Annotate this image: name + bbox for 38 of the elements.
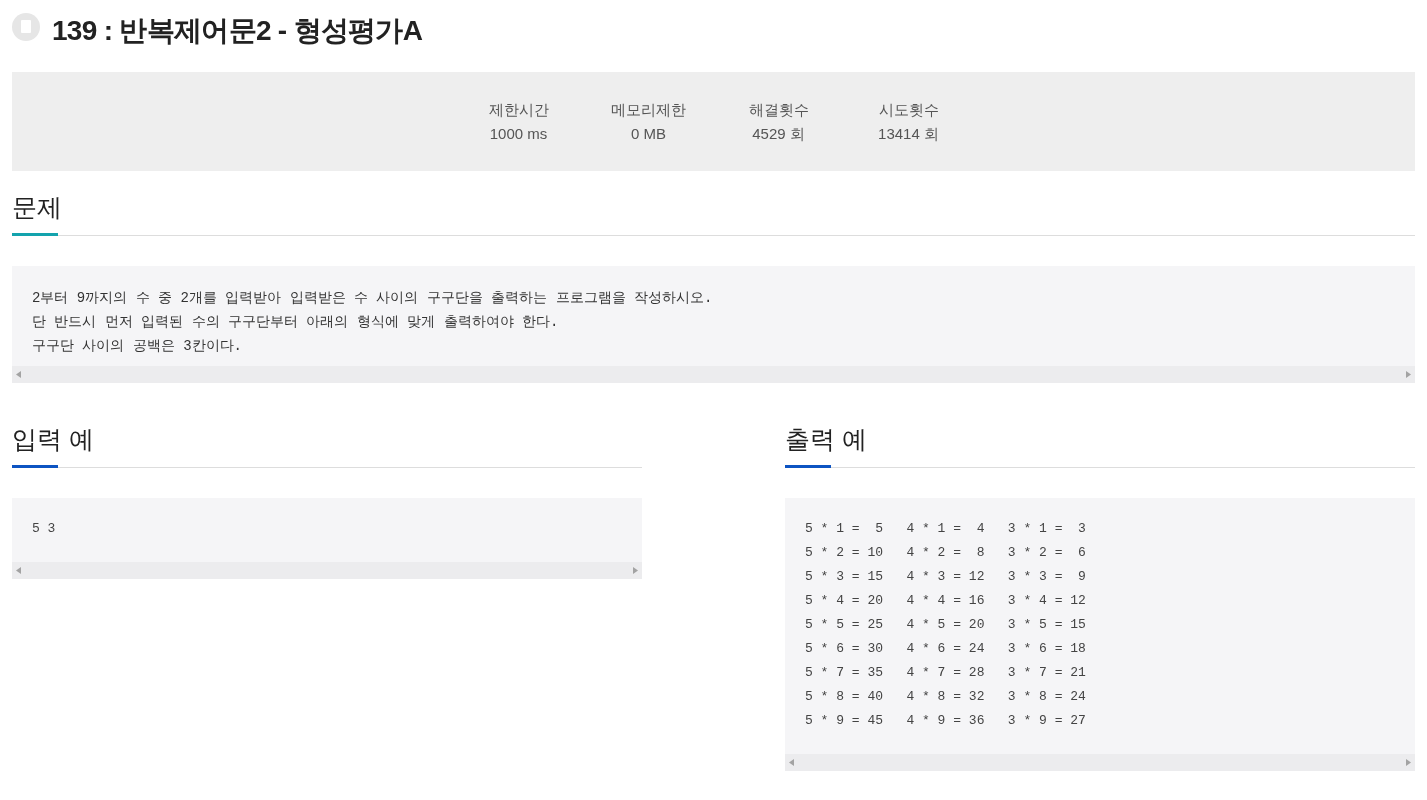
section-heading: 출력 예: [785, 424, 868, 455]
code-line: 5 * 5 = 25 4 * 5 = 20 3 * 5 = 15: [805, 616, 1086, 634]
page-title: 139 : 반복제어문2 - 형성평가A: [52, 14, 423, 48]
horizontal-scrollbar[interactable]: [12, 562, 642, 579]
heading-underline: [12, 465, 58, 468]
scroll-right-icon[interactable]: [633, 567, 638, 574]
stat-value: 0 MB: [631, 123, 666, 144]
horizontal-scrollbar[interactable]: [785, 754, 1415, 771]
book-icon: [12, 13, 40, 41]
stat-label: 시도횟수: [878, 99, 939, 120]
code-line: 5 * 4 = 20 4 * 4 = 16 3 * 4 = 12: [805, 592, 1086, 610]
section-heading: 입력 예: [12, 424, 95, 455]
code-line: 5 3: [32, 520, 56, 538]
scroll-right-icon[interactable]: [1406, 371, 1411, 378]
section-heading: 문제: [12, 192, 63, 223]
code-line: 5 * 6 = 30 4 * 6 = 24 3 * 6 = 18: [805, 640, 1086, 658]
stat-value: 4529 회: [752, 123, 805, 144]
code-line: 5 * 8 = 40 4 * 8 = 32 3 * 8 = 24: [805, 688, 1086, 706]
code-line: 5 * 1 = 5 4 * 1 = 4 3 * 1 = 3: [805, 520, 1086, 538]
stat-value: 13414 회: [878, 123, 939, 144]
stat-label: 해결횟수: [748, 99, 809, 120]
scroll-left-icon[interactable]: [16, 371, 21, 378]
stat-value: 1000 ms: [489, 123, 548, 144]
stat-label: 제한시간: [488, 99, 549, 120]
heading-underline: [12, 233, 58, 236]
stat-label: 메모리제한: [611, 99, 686, 120]
heading-underline: [785, 465, 831, 468]
code-line: 5 * 9 = 45 4 * 9 = 36 3 * 9 = 27: [805, 712, 1086, 730]
scroll-right-icon[interactable]: [1406, 759, 1411, 766]
scroll-left-icon[interactable]: [16, 567, 21, 574]
code-line: 5 * 2 = 10 4 * 2 = 8 3 * 2 = 6: [805, 544, 1086, 562]
code-line: 5 * 3 = 15 4 * 3 = 12 3 * 3 = 9: [805, 568, 1086, 586]
problem-text-line: 구구단 사이의 공백은 3칸이다.: [32, 337, 242, 356]
scroll-left-icon[interactable]: [789, 759, 794, 766]
problem-text-line: 2부터 9까지의 수 중 2개를 입력받아 입력받은 수 사이의 구구단을 출력하는 프로그램을 작성하시오.: [32, 289, 713, 308]
code-line: 5 * 7 = 35 4 * 7 = 28 3 * 7 = 21: [805, 664, 1086, 682]
problem-text-line: 단 반드시 먼저 입력된 수의 구구단부터 아래의 형식에 맞게 출력하여야 한다.: [32, 313, 559, 332]
horizontal-scrollbar[interactable]: [12, 366, 1415, 383]
